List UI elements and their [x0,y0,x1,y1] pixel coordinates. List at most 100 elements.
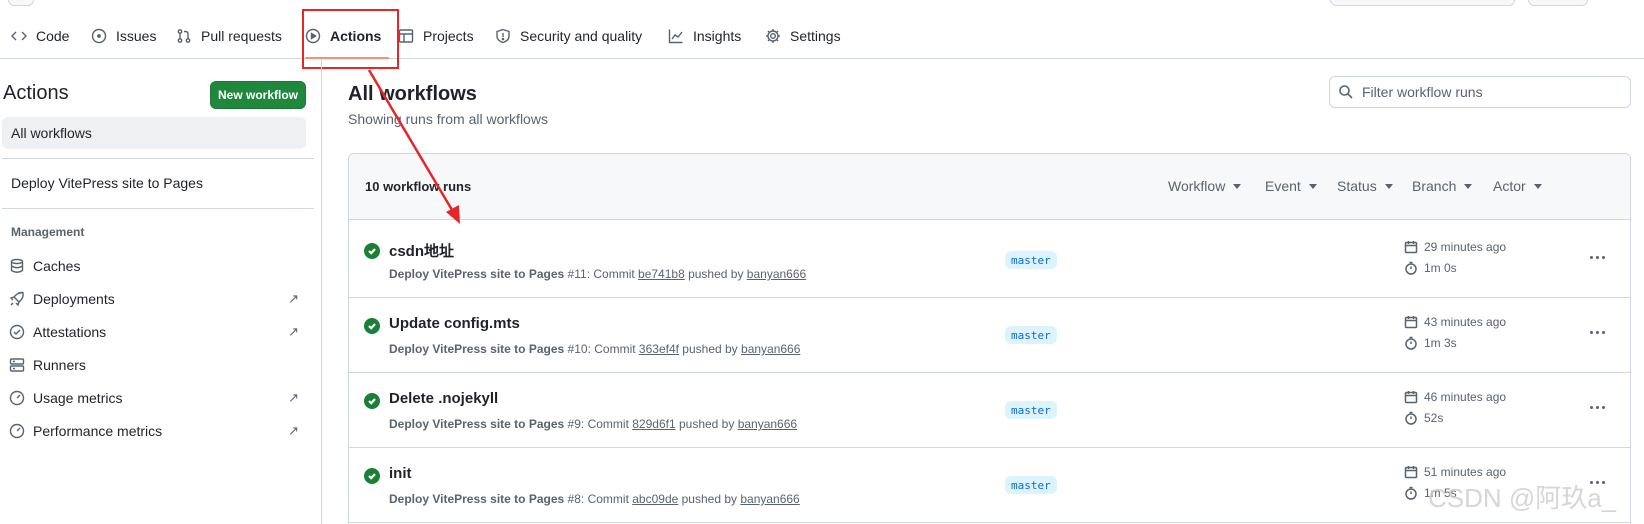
external-link-icon: ↗ [288,291,299,306]
filter-status-dropdown[interactable]: Status [1337,178,1393,194]
workflow-run-row[interactable]: csdn地址 Deploy VitePress site to Pages #1… [349,220,1630,298]
external-link-icon: ↗ [288,390,299,405]
tab-label: Code [36,28,70,44]
filter-label: Branch [1412,178,1457,194]
run-title-link[interactable]: csdn地址 [389,240,454,261]
new-workflow-button[interactable]: New workflow [210,81,306,109]
filter-workflow-dropdown[interactable]: Workflow [1168,178,1242,194]
tab-settings[interactable]: Settings [765,14,841,58]
tab-insights[interactable]: Insights [668,14,741,58]
sidebar-item-caches[interactable]: Caches [9,251,299,281]
run-workflow-name: Deploy VitePress site to Pages [389,267,565,281]
search-icon [1339,85,1353,99]
tab-issues[interactable]: Issues [91,14,156,58]
branch-badge[interactable]: master [1005,476,1057,494]
external-link-icon: ↗ [288,324,299,339]
commit-link[interactable]: 363ef4f [639,342,679,356]
run-time: 51 minutes ago [1404,465,1506,479]
caret-down-icon [1533,183,1542,189]
run-title-link[interactable]: Delete .nojekyll [389,390,498,407]
calendar-icon [1404,241,1418,254]
watermark: CSDN @阿玖a_ [1428,483,1617,513]
management-heading: Management [11,225,85,239]
branch-badge[interactable]: master [1005,401,1057,419]
run-time: 29 minutes ago [1404,240,1506,254]
run-meta-text: : Commit [587,342,639,356]
stopwatch-icon [1405,486,1417,500]
code-icon [11,31,27,41]
top-strip [0,0,1644,8]
sidebar-item-usage-metrics[interactable]: Usage metrics ↗ [9,383,299,413]
run-title-link[interactable]: init [389,465,412,482]
user-link[interactable]: banyan666 [738,417,797,431]
run-number: #10 [567,342,588,356]
run-duration: 1m 0s [1404,261,1457,275]
branch-badge[interactable]: master [1005,326,1057,344]
tab-pull-requests[interactable]: Pull requests [176,14,282,58]
filter-runs-input[interactable] [1362,84,1622,100]
filter-branch-dropdown[interactable]: Branch [1412,178,1473,194]
calendar-icon [1404,391,1418,404]
header-control[interactable] [8,0,34,6]
commit-link[interactable]: 829d6f1 [632,417,675,431]
branch-badge[interactable]: master [1005,251,1057,269]
header-control[interactable] [1330,0,1515,6]
tab-security[interactable]: Security and quality [495,14,642,58]
filter-event-dropdown[interactable]: Event [1265,178,1317,194]
run-meta-text: pushed by [678,492,741,506]
workflow-run-row[interactable]: Delete .nojekyll Deploy VitePress site t… [349,370,1630,448]
sidebar-item-all-workflows[interactable]: All workflows [2,117,306,149]
meter-icon [9,423,25,439]
stopwatch-icon [1405,411,1417,425]
page-title: All workflows [348,83,477,105]
user-link[interactable]: banyan666 [741,342,800,356]
sidebar-item-runners[interactable]: Runners [9,350,299,380]
kebab-menu-icon[interactable] [1586,396,1608,418]
commit-link[interactable]: abc09de [632,492,678,506]
filter-label: Actor [1493,178,1526,194]
runs-list-header: 10 workflow runs Workflow Event Status B… [349,154,1630,220]
sidebar-title: Actions [3,82,69,104]
sidebar-item-performance-metrics[interactable]: Performance metrics ↗ [9,416,299,446]
run-time-text: 29 minutes ago [1424,240,1507,254]
user-link[interactable]: banyan666 [740,492,799,506]
tab-label: Settings [790,28,841,44]
commit-link[interactable]: be741b8 [638,267,685,281]
run-meta-text: pushed by [684,267,747,281]
page-subtitle: Showing runs from all workflows [348,111,548,127]
user-link[interactable]: banyan666 [747,267,806,281]
rocket-icon [9,291,24,307]
tab-label: Security and quality [520,28,643,44]
caret-down-icon [1464,183,1473,189]
sidebar-item-label: Usage metrics [33,390,123,406]
run-meta-text: pushed by [678,342,742,356]
tab-projects[interactable]: Projects [398,14,474,58]
tab-code[interactable]: Code [11,14,69,58]
run-title-link[interactable]: Update config.mts [389,315,520,332]
run-duration: 1m 3s [1404,336,1457,350]
kebab-menu-icon[interactable] [1586,321,1608,343]
sidebar-item-workflow[interactable]: Deploy VitePress site to Pages [2,167,306,199]
sidebar-item-deployments[interactable]: Deployments ↗ [9,284,299,314]
filter-label: Status [1337,178,1377,194]
runs-count: 10 workflow runs [365,179,472,194]
tab-label: Issues [116,28,157,44]
gear-icon [766,29,780,43]
kebab-menu-icon[interactable] [1586,246,1608,268]
success-check-icon [364,468,380,484]
workflow-run-row[interactable]: Update config.mts Deploy VitePress site … [349,295,1630,373]
server-icon [9,358,25,372]
run-meta: Deploy VitePress site to Pages #8: Commi… [389,492,800,506]
sidebar-item-label: Runners [33,357,86,373]
issue-icon [91,28,107,44]
sidebar-item-label: Deployments [33,291,115,307]
header-control[interactable] [1528,0,1588,6]
filter-actor-dropdown[interactable]: Actor [1493,178,1542,194]
sidebar-item-label: Performance metrics [33,423,163,439]
divider [2,208,314,209]
filter-runs-field[interactable] [1329,76,1631,108]
sidebar-item-attestations[interactable]: Attestations ↗ [9,317,299,347]
run-workflow-name: Deploy VitePress site to Pages [389,417,565,431]
caret-down-icon [1233,183,1242,189]
calendar-icon [1404,316,1418,329]
